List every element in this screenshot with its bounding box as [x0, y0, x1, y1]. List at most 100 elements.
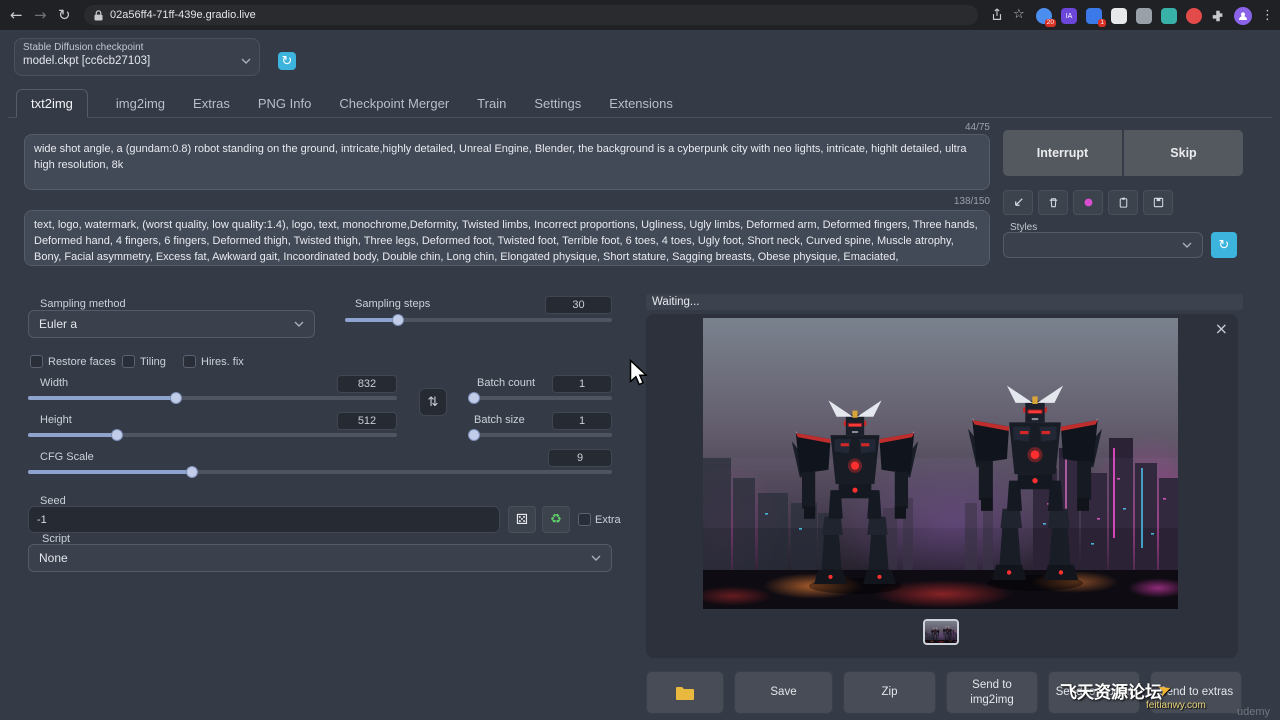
tab-settings[interactable]: Settings	[534, 90, 581, 117]
swap-dimensions-button[interactable]: ⇅	[419, 388, 447, 416]
sampling-steps-label: Sampling steps	[355, 298, 430, 310]
main-tabs: txt2img img2img Extras PNG Info Checkpoi…	[16, 88, 673, 117]
tab-img2img[interactable]: img2img	[116, 90, 165, 117]
hires-fix-label: Hires. fix	[201, 356, 244, 368]
extension-badge: 20	[1045, 19, 1056, 27]
sampling-steps-numbox-wrap	[545, 295, 612, 314]
slider-fill	[345, 318, 398, 322]
checkpoint-value: model.ckpt [cc6cb27103]	[23, 55, 150, 67]
seed-extra-checkbox[interactable]	[578, 513, 591, 526]
address-bar[interactable]: 02a56ff4-71ff-439e.gradio.live	[84, 5, 978, 25]
sampling-steps-input[interactable]	[545, 296, 612, 314]
tiling-checkbox[interactable]	[122, 355, 135, 368]
browser-menu-icon[interactable]: ⋮	[1261, 8, 1274, 24]
browser-toolbar: ← → ↻ 02a56ff4-71ff-439e.gradio.live ☆ 2…	[0, 0, 1280, 30]
generated-image-preview[interactable]	[703, 318, 1178, 609]
reuse-seed-recycle-button[interactable]: ♻	[542, 506, 570, 533]
prompt-input[interactable]: wide shot angle, a (gundam:0.8) robot st…	[24, 134, 990, 190]
script-select[interactable]: None	[28, 544, 612, 572]
slider-knob[interactable]	[186, 466, 198, 478]
batch-count-slider[interactable]	[468, 396, 612, 400]
extension-badge: 1	[1098, 19, 1106, 27]
slider-knob[interactable]	[111, 429, 123, 441]
skip-button[interactable]: Skip	[1124, 130, 1243, 176]
extension-icon[interactable]	[1161, 8, 1177, 24]
stable-diffusion-webui: Stable Diffusion checkpoint model.ckpt […	[0, 30, 1280, 720]
styles-select[interactable]	[1003, 232, 1203, 258]
slider-knob[interactable]	[468, 392, 480, 404]
save-style-button[interactable]	[1143, 190, 1173, 215]
batch-size-input[interactable]	[552, 412, 612, 430]
width-slider[interactable]	[28, 396, 397, 400]
tab-txt2img[interactable]: txt2img	[16, 89, 88, 118]
apply-style-button[interactable]	[1108, 190, 1138, 215]
checkpoint-refresh-button[interactable]: ↻	[278, 52, 296, 70]
send-to-img2img-button[interactable]: Send to img2img	[946, 671, 1038, 714]
output-gallery: ×	[646, 314, 1238, 658]
url-text: 02a56ff4-71ff-439e.gradio.live	[110, 9, 256, 21]
prompt-tool-row	[1003, 190, 1173, 215]
chevron-down-icon	[294, 321, 304, 327]
restore-faces-checkbox[interactable]	[30, 355, 43, 368]
extension-icon[interactable]	[1136, 8, 1152, 24]
tab-extensions[interactable]: Extensions	[609, 90, 673, 117]
seed-input[interactable]	[28, 506, 500, 533]
tab-train[interactable]: Train	[477, 90, 506, 117]
checkpoint-select[interactable]: model.ckpt [cc6cb27103]	[23, 55, 251, 67]
tab-extras[interactable]: Extras	[193, 90, 230, 117]
height-numbox-wrap	[337, 411, 397, 430]
trash-icon	[1047, 196, 1060, 209]
styles-refresh-button[interactable]: ↻	[1211, 232, 1237, 258]
tab-checkpoint-merger[interactable]: Checkpoint Merger	[339, 90, 449, 117]
clipboard-icon	[1117, 196, 1130, 209]
extra-networks-button[interactable]	[1073, 190, 1103, 215]
chevron-down-icon	[591, 555, 601, 561]
browser-back-icon[interactable]: ←	[10, 0, 23, 30]
cfg-scale-slider[interactable]	[28, 470, 612, 474]
profile-avatar[interactable]	[1234, 7, 1252, 25]
magenta-dot-icon	[1082, 196, 1095, 209]
batch-size-numbox-wrap	[552, 411, 612, 430]
extension-icon[interactable]: 20	[1036, 8, 1052, 24]
extension-icon[interactable]	[1186, 8, 1202, 24]
close-gallery-icon[interactable]: ×	[1215, 319, 1228, 338]
extension-icon[interactable]	[1111, 8, 1127, 24]
extension-icon[interactable]: 1	[1086, 8, 1102, 24]
tab-divider	[8, 117, 1272, 118]
slider-knob[interactable]	[170, 392, 182, 404]
width-input[interactable]	[337, 375, 397, 393]
extension-icon[interactable]: IA	[1061, 8, 1077, 24]
clear-prompt-button[interactable]	[1038, 190, 1068, 215]
negative-prompt-token-counter: 138/150	[24, 196, 990, 207]
browser-forward-icon[interactable]: →	[34, 0, 47, 30]
slider-fill	[28, 433, 117, 437]
hires-fix-checkbox[interactable]	[183, 355, 196, 368]
share-icon[interactable]	[990, 8, 1004, 22]
cfg-numbox-wrap	[548, 448, 612, 467]
puzzle-extensions-icon[interactable]	[1211, 9, 1225, 23]
sampling-steps-slider[interactable]	[345, 318, 612, 322]
browser-reload-icon[interactable]: ↻	[58, 0, 71, 30]
cfg-scale-input[interactable]	[548, 449, 612, 467]
slider-knob[interactable]	[468, 429, 480, 441]
negative-prompt-input[interactable]: text, logo, watermark, (worst quality, l…	[24, 210, 990, 266]
interrupt-button[interactable]: Interrupt	[1003, 130, 1122, 176]
paste-generation-params-button[interactable]	[1003, 190, 1033, 215]
zip-button[interactable]: Zip	[843, 671, 936, 714]
slider-knob[interactable]	[392, 314, 404, 326]
tab-png-info[interactable]: PNG Info	[258, 90, 311, 117]
width-numbox-wrap	[337, 374, 397, 393]
mouse-cursor	[629, 359, 647, 386]
sampling-method-label: Sampling method	[40, 298, 126, 310]
height-input[interactable]	[337, 412, 397, 430]
save-button[interactable]: Save	[734, 671, 833, 714]
height-slider[interactable]	[28, 433, 397, 437]
open-output-folder-button[interactable]	[646, 671, 724, 714]
batch-count-input[interactable]	[552, 375, 612, 393]
bookmark-star-icon[interactable]: ☆	[1013, 0, 1025, 30]
random-seed-dice-button[interactable]: ⚄	[508, 506, 536, 533]
batch-size-slider[interactable]	[468, 433, 612, 437]
sampling-method-select[interactable]: Euler a	[28, 310, 315, 338]
gallery-thumbnail[interactable]	[925, 621, 957, 643]
checkpoint-block: Stable Diffusion checkpoint model.ckpt […	[14, 38, 260, 76]
